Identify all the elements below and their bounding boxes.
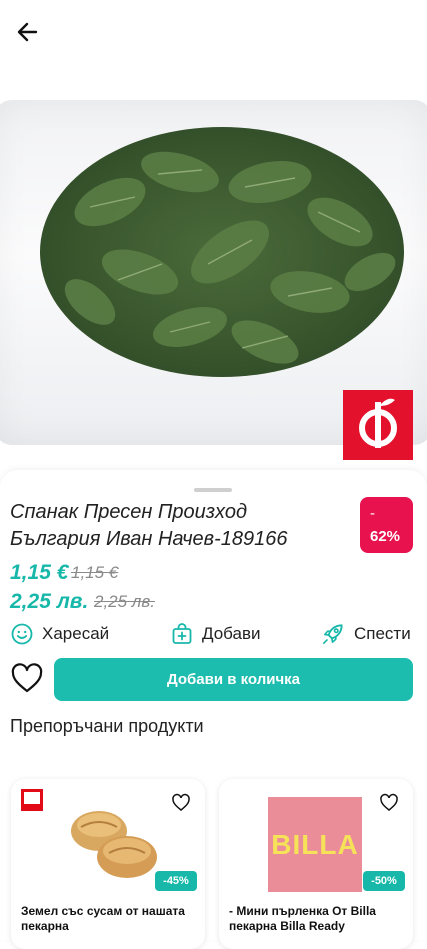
billa-logo: BILLA bbox=[268, 797, 362, 892]
save-action[interactable]: Спести bbox=[320, 621, 411, 647]
like-action[interactable]: Харесай bbox=[10, 621, 109, 647]
recommended-product-card[interactable]: -45% Земел със сусам от нашата пекарна bbox=[11, 779, 205, 949]
product-image bbox=[0, 62, 427, 482]
discount-sign: - bbox=[370, 505, 375, 522]
rocket-icon bbox=[322, 624, 343, 645]
spinach-leaves-image bbox=[40, 127, 404, 377]
price-eur: 1,15 € bbox=[10, 561, 69, 584]
card-product-name: Земел със сусам от нашата пекарна bbox=[21, 904, 185, 933]
price-bgn: 2,25 лв. bbox=[10, 590, 89, 613]
fantastico-logo-icon bbox=[359, 398, 397, 448]
top-bar bbox=[0, 0, 427, 62]
add-to-cart-button[interactable]: Добави в количка bbox=[54, 658, 413, 701]
old-price-bgn: 2,25 лв. bbox=[94, 592, 155, 611]
card-discount-badge: -45% bbox=[155, 871, 197, 891]
vendor-logo bbox=[343, 390, 413, 460]
product-title: Спанак Пресен Произход България Иван Нач… bbox=[10, 501, 288, 550]
shopping-bag-plus-icon bbox=[172, 623, 192, 644]
smiley-icon bbox=[11, 623, 33, 645]
favorite-heart-icon[interactable] bbox=[10, 662, 44, 696]
card-heart-icon[interactable] bbox=[171, 793, 191, 813]
back-arrow-icon[interactable] bbox=[14, 18, 42, 46]
add-label: Добави bbox=[202, 624, 261, 643]
kaufland-logo bbox=[21, 789, 43, 811]
sheet-drag-handle[interactable] bbox=[194, 488, 232, 492]
card-discount-badge: -50% bbox=[363, 871, 405, 891]
save-label: Спести bbox=[354, 624, 411, 643]
old-price-eur: 1,15 € bbox=[71, 563, 119, 582]
add-action[interactable]: Добави bbox=[170, 621, 261, 647]
card-heart-icon[interactable] bbox=[379, 793, 399, 813]
recommended-product-card[interactable]: BILLA -50% - Мини пърленка От Billa пека… bbox=[219, 779, 413, 949]
card-product-name: - Мини пърленка От Billa пекарна Billa R… bbox=[229, 904, 376, 933]
bread-rolls-image bbox=[71, 811, 157, 878]
like-label: Харесай bbox=[42, 624, 110, 643]
discount-percent: 62% bbox=[370, 528, 401, 545]
discount-badge: - 62% bbox=[360, 497, 413, 553]
recommended-heading: Препоръчани продукти bbox=[10, 716, 204, 736]
